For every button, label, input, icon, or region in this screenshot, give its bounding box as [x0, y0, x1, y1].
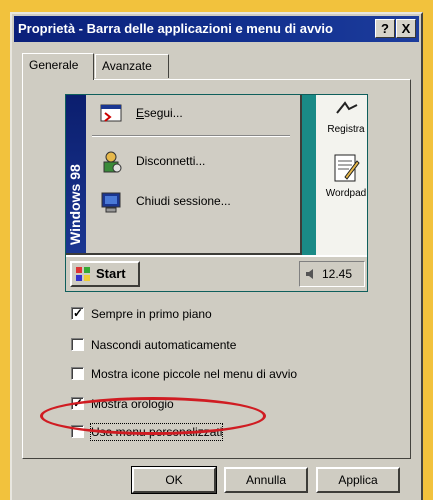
- menu-item-label: Chiudi sessione...: [136, 194, 231, 208]
- desktop-icon-registra: Registra: [320, 99, 367, 135]
- window-title: Proprietà - Barra delle applicazioni e m…: [18, 21, 333, 36]
- windows-logo-icon: [76, 267, 90, 281]
- check-mark-icon: ✓: [73, 306, 84, 320]
- checkbox[interactable]: [71, 367, 84, 380]
- title-bar[interactable]: Proprietà - Barra delle applicazioni e m…: [14, 16, 419, 42]
- start-menu-preview: Windows 98 Esegui... Disconnetti... Chiu…: [66, 95, 302, 255]
- help-button[interactable]: ?: [375, 19, 395, 38]
- desktop-icon-label: Wordpad: [325, 188, 367, 199]
- taskbar-preview: Windows 98 Esegui... Disconnetti... Chiu…: [65, 94, 368, 292]
- cancel-button[interactable]: Annulla: [224, 467, 308, 493]
- wordpad-icon: [334, 154, 360, 182]
- system-tray: 12.45: [299, 261, 365, 287]
- menu-item-chiudi-sessione: Chiudi sessione...: [92, 187, 292, 217]
- tab-avanzate-label: Avanzate: [102, 59, 152, 73]
- banner-text: Windows 98: [67, 164, 83, 245]
- tab-avanzate[interactable]: Avanzate: [95, 54, 169, 78]
- close-button[interactable]: X: [396, 19, 416, 38]
- clock: 12.45: [322, 267, 353, 281]
- menu-separator: [92, 135, 290, 137]
- shutdown-icon: [101, 192, 121, 213]
- start-button: Start: [70, 261, 140, 287]
- menu-item-label: Disconnetti...: [136, 154, 206, 168]
- tab-generale[interactable]: Generale: [22, 53, 94, 80]
- menu-item-esegui: Esegui...: [92, 99, 292, 129]
- windows-banner: Windows 98: [66, 95, 86, 253]
- desktop-icon-label: Registra: [327, 124, 365, 135]
- menu-item-label: Esegui...: [136, 106, 183, 120]
- highlight-ellipse: [40, 397, 266, 435]
- esegui-rest: segui...: [144, 106, 183, 120]
- ok-button[interactable]: OK: [131, 466, 217, 494]
- logoff-icon: [103, 151, 122, 173]
- checkbox[interactable]: [71, 338, 84, 351]
- desktop-preview: Registra Wordpad: [316, 95, 367, 255]
- start-button-label: Start: [96, 266, 126, 281]
- run-icon: [100, 104, 122, 122]
- taskbar: Start 12.45: [66, 255, 367, 291]
- checkbox[interactable]: ✓: [71, 306, 84, 320]
- option-label: Sempre in primo piano: [91, 307, 212, 321]
- sound-recorder-icon: [336, 101, 358, 114]
- option-label: Nascondi automaticamente: [91, 338, 237, 352]
- desktop-icon-wordpad: Wordpad: [320, 151, 367, 199]
- option-label: Mostra icone piccole nel menu di avvio: [91, 367, 298, 381]
- speaker-icon: [306, 269, 313, 279]
- menu-item-disconnetti: Disconnetti...: [92, 147, 292, 177]
- apply-button[interactable]: Applica: [316, 467, 400, 493]
